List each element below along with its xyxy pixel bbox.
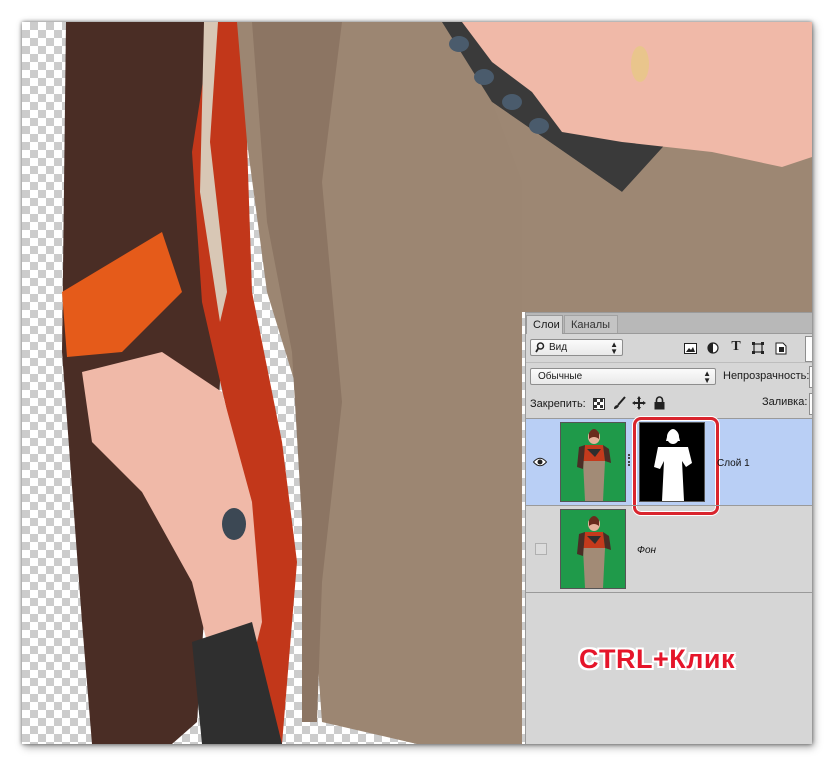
layer-name[interactable]: Слой 1 xyxy=(717,458,750,469)
layer-row[interactable]: Слой 1 xyxy=(526,417,812,515)
lock-row: Закрепить: Заливка: xyxy=(526,391,812,418)
layer-thumbnail xyxy=(560,422,626,502)
lock-pixels-icon[interactable] xyxy=(612,396,626,410)
eye-icon[interactable] xyxy=(532,454,548,470)
search-icon xyxy=(535,342,545,353)
nail-1 xyxy=(449,36,469,52)
visibility-toggle[interactable] xyxy=(535,543,547,555)
lock-position-icon[interactable] xyxy=(632,396,646,410)
layer-name[interactable]: Фон xyxy=(637,545,656,556)
filter-kind-select[interactable]: Вид ▲ ▼ xyxy=(530,339,623,356)
nail-2 xyxy=(474,69,494,85)
layer-row[interactable]: Фон xyxy=(526,505,812,593)
lock-all-icon[interactable] xyxy=(652,396,666,410)
opacity-input[interactable] xyxy=(809,366,812,388)
ring xyxy=(631,46,649,82)
filter-row: Вид ▲ ▼ T xyxy=(526,334,812,362)
blend-mode-select[interactable]: Обычные ▲ ▼ xyxy=(530,368,716,385)
nail-3 xyxy=(502,94,522,110)
lock-transparency-icon[interactable] xyxy=(592,397,606,411)
shape-filter-icon[interactable] xyxy=(751,341,765,355)
smart-object-filter-icon[interactable] xyxy=(774,341,788,355)
image-filter-icon[interactable] xyxy=(683,341,697,355)
lock-label: Закрепить: xyxy=(530,398,586,410)
tab-layers[interactable]: Слои xyxy=(526,315,563,334)
nail-4 xyxy=(529,118,549,134)
ctrl-click-annotation: CTRL+Клик xyxy=(579,644,735,674)
layer-mask-thumbnail[interactable] xyxy=(639,422,705,502)
blend-row: Обычные ▲ ▼ Непрозрачность: xyxy=(526,362,812,391)
document-window: Слои Каналы Вид ▲ ▼ T Обычные ▲ ▼ Непроз… xyxy=(22,22,812,744)
fill-input[interactable] xyxy=(809,393,812,415)
filter-kind-value: Вид xyxy=(549,342,568,353)
left-nail xyxy=(222,508,246,540)
opacity-label: Непрозрачность: xyxy=(723,370,810,382)
type-filter-icon[interactable]: T xyxy=(729,339,743,354)
blend-mode-value: Обычные xyxy=(538,371,583,382)
spinner-arrows-icon: ▲ ▼ xyxy=(610,340,618,356)
adjustment-filter-icon[interactable] xyxy=(706,341,720,355)
layer-thumbnail xyxy=(560,509,626,589)
panel-tabs: Слои Каналы xyxy=(526,313,812,334)
spinner-arrows-icon: ▲ ▼ xyxy=(703,369,711,385)
fill-label: Заливка: xyxy=(762,396,808,408)
layers-panel: Слои Каналы Вид ▲ ▼ T Обычные ▲ ▼ Непроз… xyxy=(525,312,812,744)
tab-channels[interactable]: Каналы xyxy=(564,315,618,333)
filter-toggle[interactable] xyxy=(805,336,812,362)
